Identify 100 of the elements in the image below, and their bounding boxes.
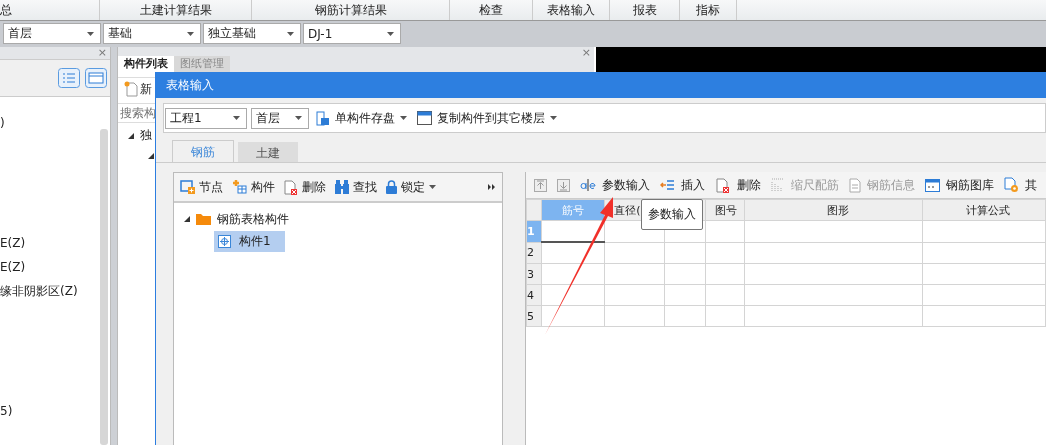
- table-cell[interactable]: [744, 263, 923, 285]
- toolbar-button[interactable]: 其: [1000, 176, 1041, 194]
- caret-icon: [287, 31, 294, 36]
- caret-icon: [400, 116, 407, 120]
- table-cell[interactable]: [922, 242, 1046, 264]
- lock-icon: [386, 180, 397, 194]
- column-header[interactable]: 图形: [744, 199, 923, 221]
- menu-tab[interactable]: 报表: [610, 0, 680, 20]
- expanded-icon[interactable]: [128, 132, 134, 139]
- list-item[interactable]: E(Z): [0, 231, 100, 255]
- more-icon[interactable]: [488, 184, 495, 190]
- toolbar-button[interactable]: 锁定: [383, 178, 439, 196]
- move-up-icon: [534, 178, 547, 192]
- move-down-icon: [557, 178, 570, 192]
- table-cell[interactable]: [744, 305, 923, 327]
- caret-icon: [87, 31, 94, 36]
- table-cell[interactable]: [705, 220, 745, 242]
- scale-bars-icon: [771, 178, 785, 192]
- tab[interactable]: 钢筋: [172, 140, 234, 162]
- menu-tab[interactable]: 检查: [450, 0, 533, 20]
- row-number[interactable]: 3: [526, 263, 542, 285]
- toolbar-button[interactable]: 查找: [332, 178, 380, 196]
- tree-item[interactable]: 钢筋表格构件: [217, 210, 289, 228]
- delete-icon: [716, 178, 729, 193]
- tooltip: 参数输入: [641, 199, 703, 230]
- table-cell[interactable]: [922, 305, 1046, 327]
- table-cell[interactable]: [922, 220, 1046, 242]
- list-item[interactable]: E(Z): [0, 255, 100, 279]
- toolbar-button[interactable]: 复制构件到其它楼层: [414, 109, 560, 127]
- panel-tab[interactable]: 构件列表: [118, 56, 174, 77]
- save-icon: [316, 110, 330, 126]
- table-cell[interactable]: [705, 305, 745, 327]
- toolbar-button[interactable]: 插入: [656, 176, 709, 194]
- dropdown[interactable]: 首层: [3, 23, 101, 44]
- table-cell[interactable]: [744, 284, 923, 306]
- column-header[interactable]: 计算公式: [922, 199, 1046, 221]
- table-cell[interactable]: [604, 263, 665, 285]
- table-cell[interactable]: [664, 242, 706, 264]
- tab[interactable]: 土建: [238, 142, 298, 162]
- toolbar-button[interactable]: 删除: [711, 176, 765, 194]
- table-cell[interactable]: [604, 305, 665, 327]
- menu-tab[interactable]: 钢筋计算结果: [252, 0, 450, 20]
- caret-icon: [387, 31, 394, 36]
- list-item[interactable]: 缘非阴影区(Z): [0, 279, 100, 303]
- table-cell[interactable]: [705, 242, 745, 264]
- toolbar-button[interactable]: 参数输入: [576, 176, 654, 194]
- caret-icon: [233, 116, 240, 120]
- table-cell[interactable]: [922, 263, 1046, 285]
- table-cell[interactable]: [664, 263, 706, 285]
- table-cell[interactable]: [922, 284, 1046, 306]
- dropdown[interactable]: 独立基础: [203, 23, 301, 44]
- new-button[interactable]: 新: [140, 80, 152, 98]
- row-number[interactable]: 4: [526, 284, 542, 306]
- menu-tab[interactable]: 土建计算结果: [100, 0, 252, 20]
- row-number[interactable]: 2: [526, 242, 542, 264]
- toolbar-button[interactable]: 删除: [281, 178, 329, 196]
- table-cell[interactable]: [664, 305, 706, 327]
- dialog-title: 表格输入: [156, 72, 1046, 98]
- close-button[interactable]: ×: [581, 47, 591, 55]
- project-dropdown[interactable]: 工程1: [165, 107, 247, 129]
- toolbar-button[interactable]: 节点: [177, 178, 226, 196]
- expanded-icon[interactable]: [184, 216, 190, 222]
- text-cursor-icon: [580, 178, 596, 192]
- menu-tab[interactable]: 指标: [680, 0, 737, 20]
- new-document-icon: [124, 81, 138, 97]
- table-cell[interactable]: [664, 284, 706, 306]
- scrollbar[interactable]: [100, 129, 108, 445]
- tree-item[interactable]: 构件1: [214, 231, 285, 252]
- settings-icon: [1004, 177, 1019, 193]
- node-add-icon: [180, 180, 195, 194]
- caret-icon: [187, 31, 194, 36]
- row-number[interactable]: 5: [526, 305, 542, 327]
- column-header[interactable]: 图号: [705, 199, 745, 221]
- table-cell[interactable]: [744, 220, 923, 242]
- menu-tab[interactable]: 表格输入: [533, 0, 610, 20]
- list-item[interactable]: 5): [0, 399, 100, 423]
- delete-icon: [284, 179, 298, 195]
- table-cell[interactable]: [705, 284, 745, 306]
- toolbar-button[interactable]: 钢筋图库: [921, 176, 998, 194]
- document-icon: [849, 177, 861, 193]
- insert-icon: [660, 178, 675, 192]
- toolbar-button[interactable]: 单构件存盘: [313, 109, 410, 127]
- list-view-icon[interactable]: [58, 68, 80, 88]
- close-button[interactable]: ×: [97, 47, 107, 59]
- floor-dropdown[interactable]: 首层: [251, 107, 309, 129]
- window-icon: [417, 111, 432, 125]
- list-item[interactable]: ): [0, 111, 100, 135]
- binoculars-icon: [335, 180, 349, 194]
- dropdown[interactable]: 基础: [103, 23, 201, 44]
- menu-tab[interactable]: 总: [0, 0, 100, 20]
- dropdown[interactable]: DJ-1: [303, 23, 401, 44]
- table-cell[interactable]: [604, 242, 665, 264]
- form-view-icon[interactable]: [85, 68, 107, 88]
- expanded-icon[interactable]: [148, 153, 154, 159]
- table-cell[interactable]: [744, 242, 923, 264]
- caret-icon: [295, 116, 302, 120]
- tree-item[interactable]: 独: [140, 127, 152, 144]
- table-cell[interactable]: [705, 263, 745, 285]
- table-cell[interactable]: [604, 284, 665, 306]
- toolbar-button[interactable]: 构件: [229, 178, 278, 196]
